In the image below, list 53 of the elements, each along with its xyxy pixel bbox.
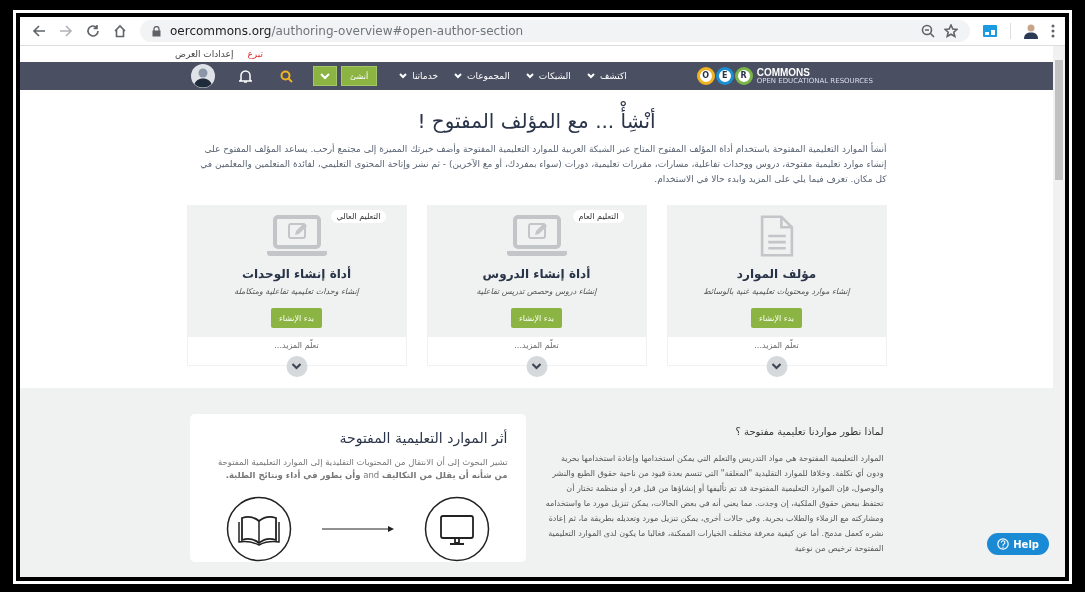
menu-item[interactable]: المجموعات bbox=[454, 71, 510, 81]
menu-item[interactable]: اكتشف bbox=[586, 71, 627, 81]
menu-item[interactable]: الشبكات bbox=[525, 71, 571, 81]
chevron-down-icon bbox=[586, 73, 595, 79]
learn-more-link[interactable]: تعلّم المزيد... bbox=[754, 340, 799, 352]
section-paragraph: الموارد التعليمية المفتوحة هي مواد التدريس والتعلم التي يمكن استخدامها وإعادة استخدامها بحرية ودون أي تكلفة. وخلافا للموارد التقليدية "المغلقة" التي تتسم بعدة قيود من ناحية حقوق الطبع والنشر والوصول، فإن الموارد التعليمية المفتوحة قد تم تأليفها أو إنشاؤها من قبل فرد أو منظمة تختار أن تحتفظ ببعض حقوق الملكية، إن وجدت. مما يعني أنه في بعض الحالات، يمكن تنزيل مورد ما واستخدامه ومشاركته مع الزملاء والطلاب بحرية. وفي حالات أخرى، يمكن تنزيل مورد وتعديله بطريقة ما، ثم إعادة نشره كعمل مدمج. أما عن كيفية معرفة مختلف الخيارات الممكنة، فغالبا ما يكون لدى الموارد التعليمية المفتوحة ترخيص من نوعية bbox=[544, 453, 884, 555]
user-avatar-icon[interactable] bbox=[190, 64, 215, 88]
card-subtitle: إنشاء وحدات تعليمية تفاعلية ومتكاملة bbox=[234, 287, 359, 296]
card-title: أداة إنشاء الدروس bbox=[482, 267, 591, 281]
learn-more-link[interactable]: تعلّم المزيد... bbox=[514, 340, 559, 352]
chevron-down-icon bbox=[291, 363, 302, 370]
bell-icon[interactable] bbox=[238, 69, 252, 83]
chevron-down-icon bbox=[771, 363, 782, 370]
display-settings-link[interactable]: إعدادات العرض bbox=[175, 49, 234, 59]
chevron-down-icon bbox=[399, 73, 408, 79]
chevron-down-icon bbox=[531, 363, 542, 370]
url-text: oercommons.org/authoring-overview#open-author-section bbox=[170, 24, 524, 38]
donate-link[interactable]: تبرع bbox=[247, 49, 263, 59]
question-icon bbox=[997, 538, 1010, 550]
profile-avatar-icon[interactable] bbox=[1024, 23, 1038, 39]
reload-icon[interactable] bbox=[86, 24, 100, 38]
intro-paragraph: أنشأ الموارد التعليمية المفتوحة باستخدام أداة المؤلف المفتوح المتاح عبر الشبكة العربية للموارد التعليمية المفتوحة وأضف خبرتك المميزة إلى مجتمع أرحب. يساعد المؤلف المفتوح على إنشاء موارد تعليمية مفتوحة، دروس ووحدات تفاعلية، مسارات، مقررات تعليمية، دورات (سواء بمفردك، أو مع الآخرين) - ثم نشر وإتاحة المحتوى التعليمي، لفائدة المتعلمين والمعلمين في كل مكان. تعرف فيما يلي على المزيد وابدء حالا في الاستخدام. bbox=[199, 142, 887, 186]
dropdown-button[interactable] bbox=[312, 66, 337, 86]
chevron-down-icon bbox=[319, 72, 330, 80]
search-icon[interactable] bbox=[279, 69, 293, 83]
menu-dots-icon[interactable] bbox=[1051, 24, 1055, 38]
level-badge: التعليم العالي bbox=[330, 210, 387, 223]
menu-item[interactable]: خدماتنا bbox=[399, 71, 438, 81]
chevron-down-icon bbox=[454, 73, 462, 79]
arrow-icon bbox=[321, 525, 394, 533]
logo-mark: O E R bbox=[696, 67, 753, 85]
card-title: أداة إنشاء الوحدات bbox=[241, 267, 352, 281]
card-heading: أثر الموارد التعليمية المفتوحة bbox=[338, 430, 508, 446]
home-icon[interactable] bbox=[113, 24, 127, 38]
help-button[interactable]: Help bbox=[987, 533, 1049, 555]
laptop-icon bbox=[506, 215, 567, 257]
section-heading: لماذا نطور مواردنا تعليمية مفتوحة ؟ bbox=[734, 426, 884, 437]
card-subtitle: إنشاء موارد ومحتويات تعليمية غنية بالوسائط bbox=[703, 287, 850, 296]
lock-icon bbox=[152, 25, 161, 37]
learn-more-link[interactable]: تعلّم المزيد... bbox=[274, 340, 319, 352]
logo-wordmark: COMMONS bbox=[756, 67, 810, 78]
extension-icon[interactable] bbox=[983, 25, 997, 37]
monitor-icon bbox=[423, 496, 490, 562]
back-icon[interactable] bbox=[32, 24, 46, 38]
card-subtitle: إنشاء دروس وحصص تدريس تفاعلية bbox=[476, 287, 597, 296]
address-bar[interactable]: oercommons.org/authoring-overview#open-author-section bbox=[140, 20, 970, 42]
laptop-icon bbox=[266, 215, 327, 257]
chevron-down-icon bbox=[525, 73, 534, 79]
zoom-out-icon[interactable] bbox=[921, 24, 935, 38]
star-icon[interactable] bbox=[944, 24, 958, 38]
card-title: مؤلف الموارد bbox=[736, 267, 817, 281]
book-icon bbox=[225, 496, 292, 562]
level-badge: التعليم العام bbox=[572, 210, 625, 223]
